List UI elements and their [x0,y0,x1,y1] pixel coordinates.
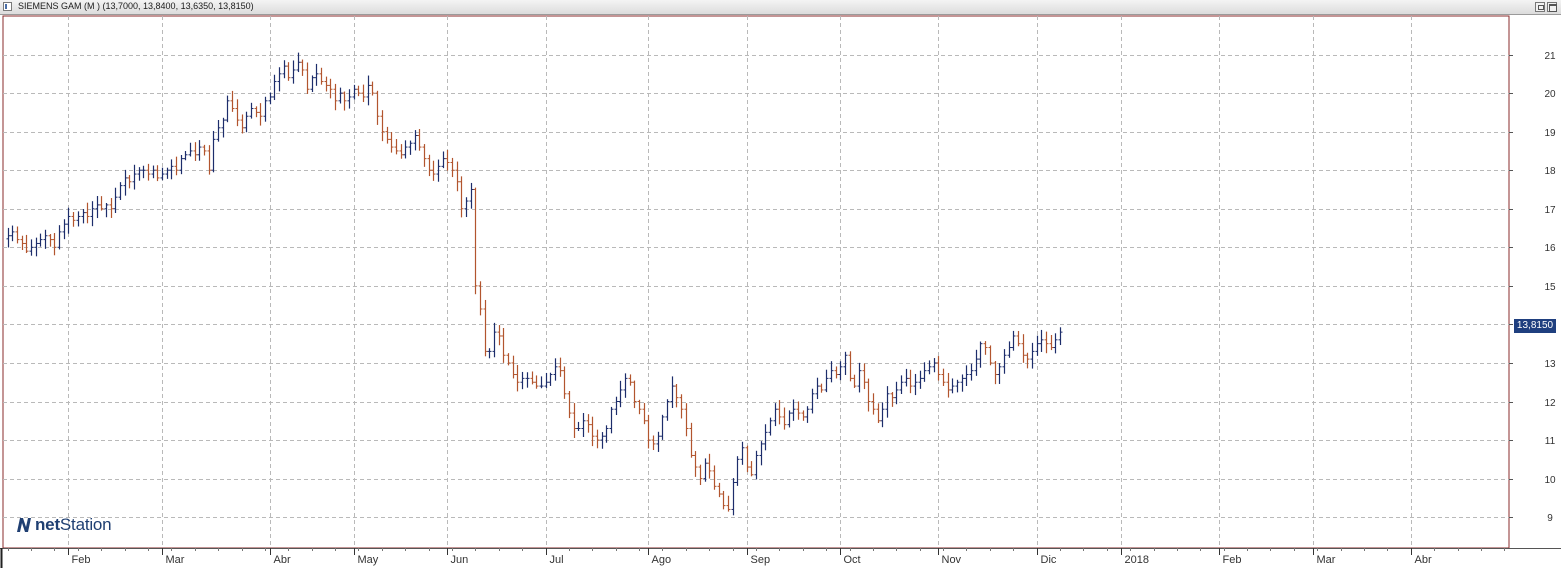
y-tick-label: 9 [1547,513,1553,524]
x-tick-label: Jul [550,554,564,566]
y-tick-label: 16 [1544,243,1556,254]
x-tick-label: Abr [1415,554,1432,566]
price-chart[interactable]: 9101112131415161718192021FebMarAbrMayJun… [0,0,1561,568]
y-tick-label: 18 [1544,166,1556,177]
y-tick-label: 21 [1544,51,1556,62]
x-tick-label: Ago [652,554,672,566]
x-tick-label: Mar [1317,554,1336,566]
y-tick-label: 10 [1544,475,1556,486]
last-price-tag: 13,8150 [1514,319,1556,333]
x-tick-label: Nov [942,554,962,566]
netstation-logo: netStation [16,515,112,535]
x-tick-label: Abr [274,554,291,566]
y-tick-label: 20 [1544,89,1556,100]
x-tick-label: Oct [844,554,861,566]
y-tick-label: 11 [1545,436,1556,447]
x-tick-label: Mar [166,554,185,566]
x-tick-label: Dic [1041,554,1057,566]
x-tick-label: May [358,554,379,566]
brand-name: netStation [35,515,112,535]
y-tick-label: 17 [1544,205,1556,216]
y-tick-label: 12 [1544,398,1556,409]
x-tick-label: 2018 [1125,554,1149,566]
brand-name-regular: Station [59,515,112,534]
y-tick-label: 15 [1544,282,1556,293]
netstation-logo-icon [17,518,31,532]
y-tick-label: 13 [1544,359,1556,370]
y-tick-label: 19 [1544,128,1556,139]
x-tick-label: Sep [751,554,771,566]
x-tick-label: Feb [72,554,91,566]
brand-name-bold: net [35,515,60,534]
x-tick-label: Jun [451,554,469,566]
x-tick-label: Feb [1223,554,1242,566]
